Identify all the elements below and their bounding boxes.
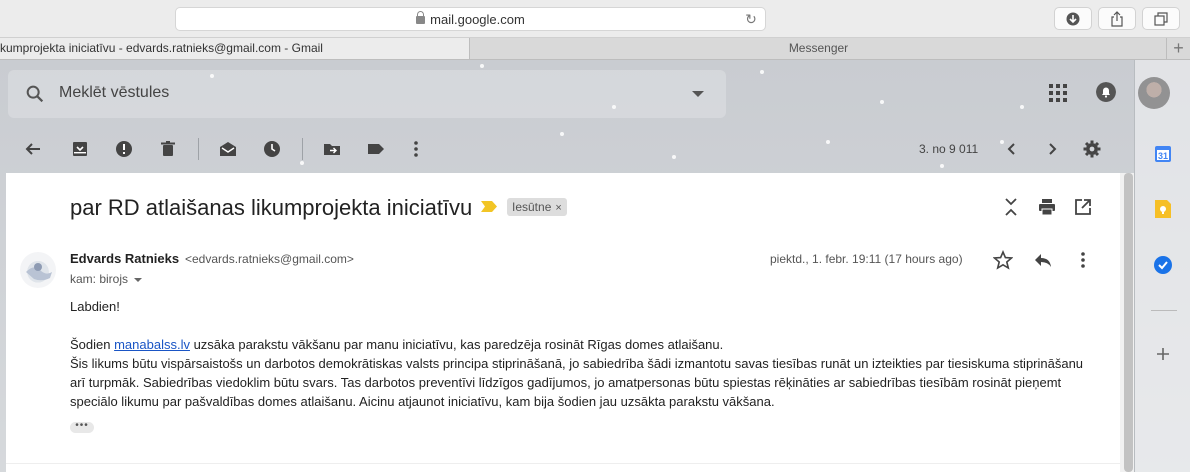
side-divider <box>1151 310 1177 311</box>
tab-messenger[interactable]: Messenger <box>471 38 1166 59</box>
tab-gmail[interactable]: kumprojekta iniciatīvu - edvards.ratniek… <box>0 38 470 59</box>
snowflake <box>480 64 484 68</box>
important-marker-icon[interactable] <box>481 201 497 212</box>
address-bar[interactable]: mail.google.com ↻ <box>175 7 766 31</box>
snowflake <box>760 70 764 74</box>
body-line-1-suffix: uzsāka parakstu vākšanu par manu iniciat… <box>189 337 724 352</box>
sender-avatar[interactable] <box>20 252 56 288</box>
snooze-clock-icon[interactable] <box>262 139 282 159</box>
add-addon-icon[interactable] <box>1155 346 1171 362</box>
show-trimmed-content-button[interactable]: ••• <box>70 421 94 433</box>
body-line-3: arī turpmāk. Sabiedrības viedoklim būtu … <box>70 375 1062 390</box>
chevron-left-icon[interactable] <box>1002 139 1022 159</box>
tabs-overview-button[interactable] <box>1142 7 1180 30</box>
search-input[interactable]: Meklēt vēstules <box>59 84 169 102</box>
download-icon <box>1066 12 1080 25</box>
calendar-day: 31 <box>1157 151 1168 161</box>
snowflake <box>560 132 564 136</box>
url-display: mail.google.com <box>176 11 765 27</box>
recipient-line[interactable]: kam: birojs <box>70 272 143 286</box>
scrollbar-thumb[interactable] <box>1124 173 1133 472</box>
body-greeting: Labdien! <box>70 299 120 314</box>
mark-unread-icon[interactable] <box>218 139 238 159</box>
open-new-window-icon[interactable] <box>1074 198 1092 216</box>
reply-icon[interactable] <box>1033 250 1053 270</box>
message-divider <box>6 463 1120 464</box>
recipient-details-icon[interactable] <box>134 277 143 282</box>
downloads-button[interactable] <box>1054 7 1092 30</box>
snowflake <box>880 100 884 104</box>
pager-count: 3. no 9 011 <box>919 142 979 156</box>
more-vert-icon[interactable] <box>406 139 426 159</box>
snowflake <box>1020 105 1024 109</box>
apps-grid-icon[interactable] <box>1049 84 1067 102</box>
chevron-right-icon[interactable] <box>1042 139 1062 159</box>
snowflake <box>672 155 676 159</box>
search-options-icon[interactable] <box>692 91 704 97</box>
move-to-icon[interactable] <box>322 139 342 159</box>
share-button[interactable] <box>1098 7 1136 30</box>
message-more-icon[interactable] <box>1073 250 1093 270</box>
delete-icon[interactable] <box>158 139 178 159</box>
manabalss-link[interactable]: manabalss.lv <box>114 337 190 352</box>
back-arrow-icon[interactable] <box>23 139 43 159</box>
message-subject: par RD atlaišanas likumprojekta iniciatī… <box>70 195 473 220</box>
archive-icon[interactable] <box>70 139 90 159</box>
keep-icon[interactable] <box>1154 199 1172 219</box>
tab-bar: kumprojekta iniciatīvu - edvards.ratniek… <box>0 38 1190 60</box>
toolbar-divider <box>302 138 303 160</box>
print-icon[interactable] <box>1038 198 1056 216</box>
label-icon[interactable] <box>366 139 386 159</box>
collapse-all-icon[interactable] <box>1003 197 1019 217</box>
sender-avatar-image <box>26 263 52 281</box>
snowflake <box>940 164 944 168</box>
body-line-1: Šodien manabalss.lv uzsāka parakstu vākš… <box>70 337 723 352</box>
browser-toolbar: mail.google.com ↻ <box>0 0 1190 38</box>
reload-icon[interactable]: ↻ <box>743 11 759 27</box>
label-chip-text: Iesūtne <box>512 200 552 214</box>
search-icon[interactable] <box>24 83 46 105</box>
body-line-4: speciālo likumu par pašvaldības domes at… <box>70 394 775 409</box>
label-chip-inbox: Iesūtne × <box>507 198 567 216</box>
tabs-icon <box>1154 11 1168 26</box>
report-spam-icon[interactable] <box>114 139 134 159</box>
tasks-icon[interactable] <box>1153 255 1173 275</box>
lock-icon <box>416 11 426 24</box>
toolbar-divider <box>198 138 199 160</box>
url-text: mail.google.com <box>430 12 525 27</box>
body-line-2: Šis likums būtu vispārsaistošs un darbot… <box>70 356 1084 371</box>
remove-label-icon[interactable]: × <box>555 202 561 214</box>
body-line-1-prefix: Šodien <box>70 337 115 352</box>
search-box[interactable]: Meklēt vēstules <box>8 70 726 118</box>
share-icon <box>1111 10 1123 27</box>
recipient-text: kam: birojs <box>70 272 129 286</box>
sender-name[interactable]: Edvards Ratnieks <box>70 251 179 266</box>
notifications-icon[interactable] <box>1096 82 1116 102</box>
star-icon[interactable] <box>993 250 1013 270</box>
snowflake <box>826 140 830 144</box>
settings-gear-icon[interactable] <box>1082 139 1102 159</box>
new-tab-button[interactable]: + <box>1166 38 1190 59</box>
snowflake <box>300 161 304 165</box>
message-date: piektd., 1. febr. 19:11 (17 hours ago) <box>770 252 963 266</box>
sender-email: <edvards.ratnieks@gmail.com> <box>185 252 354 266</box>
